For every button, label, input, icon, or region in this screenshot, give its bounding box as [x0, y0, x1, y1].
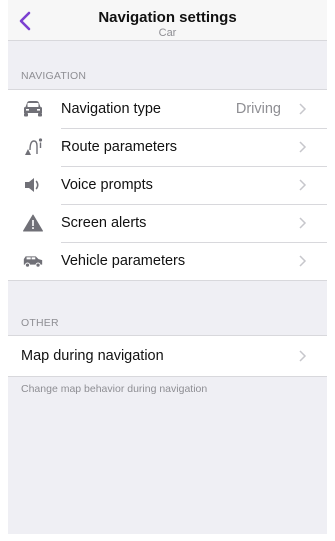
other-settings-group: Map during navigation — [8, 335, 327, 377]
list-item-label: Vehicle parameters — [61, 253, 186, 269]
list-item-label: Route parameters — [61, 139, 178, 155]
list-item-map-during-navigation[interactable]: Map during navigation — [8, 336, 327, 376]
list-item-screen-alerts[interactable]: Screen alerts — [8, 204, 327, 242]
list-item-value: Driving — [235, 101, 281, 117]
list-item-route-parameters[interactable]: Route parameters — [8, 128, 327, 166]
page-title: Navigation settings — [98, 9, 237, 26]
chevron-right-icon — [299, 141, 307, 153]
list-item-label: Map during navigation — [21, 348, 164, 364]
chevron-right-icon — [299, 103, 307, 115]
chevron-right-icon — [299, 350, 307, 362]
list-item-vehicle-parameters[interactable]: Vehicle parameters — [8, 242, 327, 280]
navigation-settings-group: Navigation type Driving Route parameters — [8, 89, 327, 281]
chevron-right-icon — [299, 217, 307, 229]
section-footer-note: Change map behavior during navigation — [21, 383, 208, 395]
vehicle-icon — [22, 251, 44, 271]
section-header-other: OTHER — [21, 317, 59, 329]
page-subtitle: Car — [158, 27, 177, 39]
section-header-navigation: NAVIGATION — [21, 70, 87, 82]
settings-screen: Navigation settings Car NAVIGATION Navig… — [8, 0, 327, 534]
chevron-right-icon — [299, 179, 307, 191]
navigation-bar: Navigation settings Car — [8, 0, 327, 41]
list-item-voice-prompts[interactable]: Voice prompts — [8, 166, 327, 204]
route-icon — [22, 137, 44, 157]
list-item-label: Screen alerts — [61, 215, 147, 231]
chevron-right-icon — [299, 255, 307, 267]
car-icon — [22, 99, 44, 119]
speaker-icon — [22, 175, 44, 195]
list-item-label: Navigation type — [61, 101, 161, 117]
list-item-label: Voice prompts — [61, 177, 153, 193]
list-item-navigation-type[interactable]: Navigation type Driving — [8, 90, 327, 128]
warning-icon — [22, 213, 44, 233]
